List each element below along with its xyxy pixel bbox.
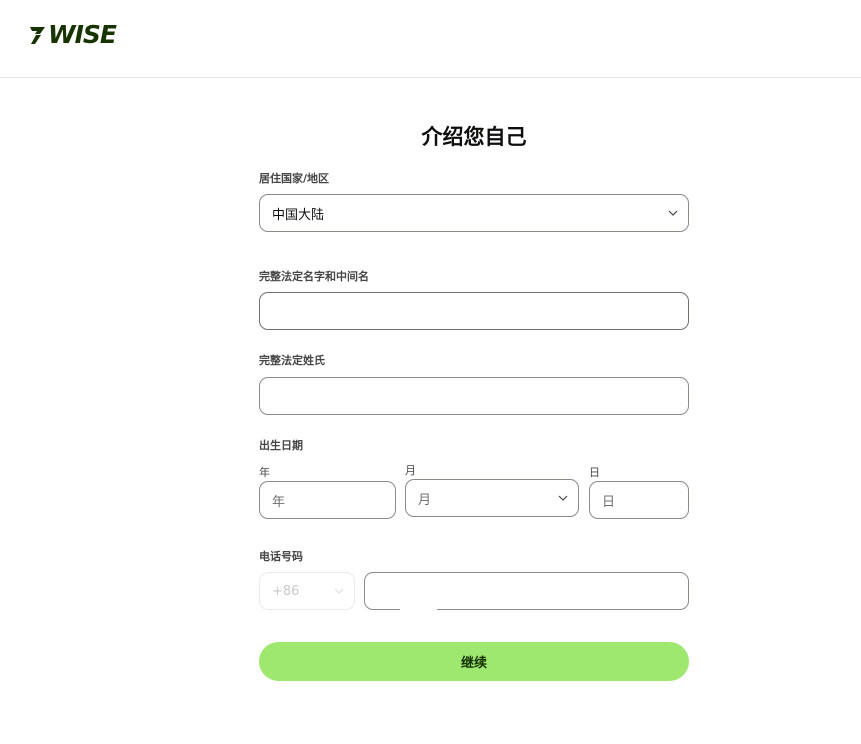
wise-logo[interactable]: WISE [28,20,117,49]
country-value: 中国大陆 [272,207,325,223]
dob-year-input[interactable]: 年 [259,481,396,519]
dob-year-placeholder: 年 [272,494,286,510]
wise-logo-text: WISE [48,20,117,49]
first-name-input[interactable] [259,292,689,330]
last-name-label: 完整法定姓氏 [259,354,325,367]
last-name-input[interactable] [259,377,689,415]
country-select[interactable]: 中国大陆 [259,194,689,232]
dob-day-label: 日 [589,466,600,479]
dob-day-input[interactable]: 日 [589,481,689,519]
country-label: 居住国家/地区 [259,172,330,185]
dob-year-label: 年 [259,466,270,479]
page-title: 介绍您自己 [421,125,527,149]
chevron-down-icon [334,588,344,594]
dob-label: 出生日期 [259,439,303,452]
chevron-down-icon [558,495,568,501]
header: WISE [0,0,861,78]
dob-day-placeholder: 日 [602,494,616,510]
first-name-label: 完整法定名字和中间名 [259,270,369,283]
dob-month-placeholder: 月 [418,492,432,508]
phone-code-select[interactable]: +86 [259,572,355,610]
continue-button[interactable]: 继续 [259,642,689,681]
input-overlay-gap [400,600,437,614]
chevron-down-icon [668,210,678,216]
dob-month-select[interactable]: 月 [405,479,579,517]
dob-month-label: 月 [405,464,416,477]
wise-flag-icon [30,27,45,44]
phone-label: 电话号码 [259,550,303,563]
